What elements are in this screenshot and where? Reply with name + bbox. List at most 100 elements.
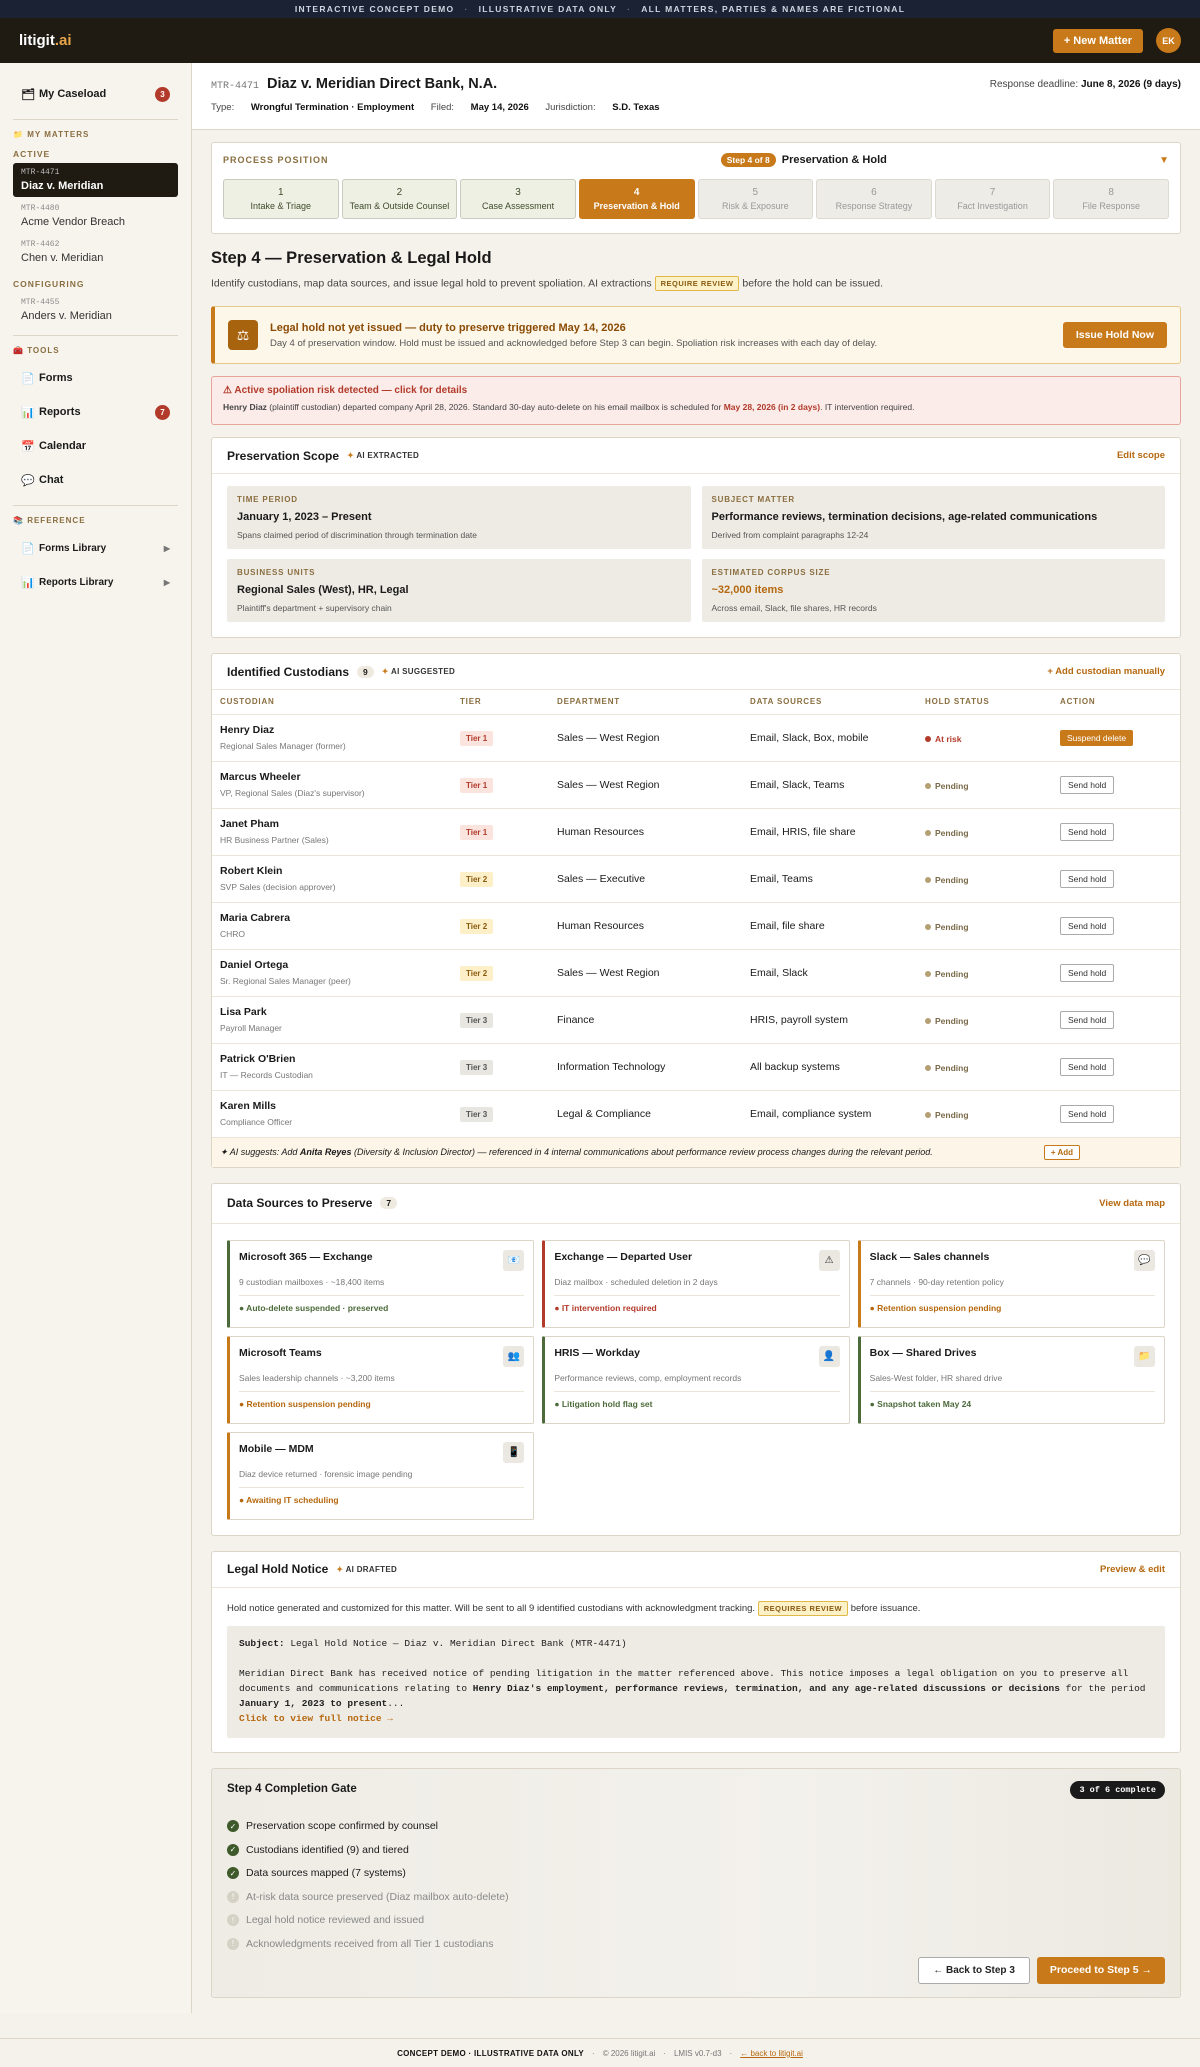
add-custodian-link[interactable]: + Add custodian manually bbox=[1047, 666, 1165, 677]
view-data-map-link[interactable]: View data map bbox=[1099, 1198, 1165, 1209]
warning-icon: ⚠ bbox=[818, 1249, 840, 1271]
step-6[interactable]: 6 Response Strategy bbox=[816, 179, 932, 219]
tier-badge: Tier 3 bbox=[460, 1059, 494, 1075]
custodian-name: Lisa Park bbox=[220, 1006, 267, 1018]
data-source-detail: Diaz mailbox · scheduled deletion in 2 d… bbox=[554, 1276, 718, 1287]
custodian-role: Sr. Regional Sales Manager (peer) bbox=[220, 976, 351, 986]
step-4[interactable]: 4 Preservation & Hold bbox=[578, 179, 695, 219]
hold-status: Pending bbox=[925, 1110, 969, 1120]
hold-status: Pending bbox=[925, 1016, 969, 1026]
matter-item-4480[interactable]: MTR-4480 Acme Vendor Breach bbox=[13, 199, 178, 233]
data-source-card[interactable]: Exchange — Departed User ⚠ Diaz mailbox … bbox=[542, 1239, 850, 1328]
step-5[interactable]: 5 Risk & Exposure bbox=[697, 179, 814, 219]
data-source-card[interactable]: HRIS — Workday 👤 Performance reviews, co… bbox=[542, 1335, 850, 1424]
avatar[interactable]: EK bbox=[1156, 28, 1181, 53]
step-3[interactable]: 3 Case Assessment bbox=[460, 179, 576, 219]
chevron-down-icon[interactable]: ▼ bbox=[1159, 155, 1169, 166]
department: Sales — West Region bbox=[549, 761, 742, 809]
hold-status: Pending bbox=[925, 875, 969, 885]
sidebar-item-forms-library[interactable]: 📄 Forms Library ▶ bbox=[0, 531, 191, 565]
add-suggested-button[interactable]: + Add bbox=[1043, 1144, 1080, 1160]
gate-progress: 3 of 6 complete bbox=[1070, 1780, 1165, 1799]
table-row: Patrick O'Brien IT — Records Custodian Ti… bbox=[212, 1043, 1180, 1091]
spoliation-risk-alert[interactable]: ⚠ Active spoliation risk detected — clic… bbox=[211, 376, 1181, 425]
custodian-role: Payroll Manager bbox=[220, 1023, 282, 1033]
demo-banner: INTERACTIVE CONCEPT DEMO · ILLUSTRATIVE DA… bbox=[0, 0, 1200, 18]
sidebar-item-reports-library[interactable]: 📊 Reports Library ▶ bbox=[0, 565, 191, 599]
logo[interactable]: litigit.ai bbox=[19, 32, 72, 49]
scope-business-units: BUSINESS UNITS Regional Sales (West), HR,… bbox=[227, 559, 691, 622]
step-1[interactable]: 1 Intake & Triage bbox=[223, 179, 339, 219]
step-description: Identify custodians, map data sources, a… bbox=[211, 276, 884, 291]
table-row: Daniel Ortega Sr. Regional Sales Manager … bbox=[212, 949, 1180, 997]
proceed-step5-button[interactable]: Proceed to Step 5 → bbox=[1036, 1956, 1165, 1984]
custodians-table: CUSTODIAN TIER DEPARTMENT DATA SOURCES H… bbox=[212, 690, 1180, 1138]
sidebar-item-chat[interactable]: 💬 Chat bbox=[0, 463, 191, 497]
matter-item-4455[interactable]: MTR-4455 Anders v. Meridian bbox=[13, 293, 178, 327]
data-source-detail: Sales leadership channels · ~3,200 items bbox=[239, 1372, 395, 1383]
matter-item-4462[interactable]: MTR-4462 Chen v. Meridian bbox=[13, 235, 178, 269]
edit-scope-link[interactable]: Edit scope bbox=[1117, 450, 1165, 461]
step-2[interactable]: 2 Team & Outside Counsel bbox=[341, 179, 458, 219]
department: Information Technology bbox=[549, 1043, 742, 1091]
data-source-detail: Sales-West folder, HR shared drive bbox=[869, 1372, 1003, 1383]
send-hold-button[interactable]: Send hold bbox=[1060, 1010, 1115, 1029]
send-hold-button[interactable]: Send hold bbox=[1060, 963, 1115, 982]
data-sources: Email, file share bbox=[742, 902, 917, 950]
data-source-card[interactable]: Microsoft 365 — Exchange 📧 9 custodian m… bbox=[227, 1239, 535, 1328]
matter-meta: Type: Wrongful Termination · Employment … bbox=[211, 102, 660, 113]
view-full-notice-link[interactable]: Click to view full notice → bbox=[239, 1711, 1153, 1726]
table-row: Marcus Wheeler VP, Regional Sales (Diaz's… bbox=[212, 761, 1180, 809]
data-sources: Email, HRIS, file share bbox=[742, 808, 917, 856]
department: Sales — Executive bbox=[549, 855, 742, 903]
sidebar-item-reports[interactable]: 📊 Reports 7 bbox=[0, 395, 191, 429]
completion-gate: Step 4 Completion Gate 3 of 6 complete ✓… bbox=[211, 1767, 1181, 1998]
table-row: Henry Diaz Regional Sales Manager (former… bbox=[212, 714, 1180, 762]
chart-icon: 📊 bbox=[21, 576, 35, 589]
back-step3-button[interactable]: ← Back to Step 3 bbox=[918, 1956, 1030, 1984]
custodian-name: Karen Mills bbox=[220, 1100, 277, 1112]
my-matters-heading: 📁 MY MATTERS bbox=[13, 130, 90, 139]
check-icon: ✓ bbox=[227, 1820, 239, 1833]
step-8[interactable]: 8 File Response bbox=[1053, 179, 1169, 219]
data-source-card[interactable]: Microsoft Teams 👥 Sales leadership chann… bbox=[227, 1335, 535, 1424]
sidebar-item-caseload[interactable]: 🗂 My Caseload 3 bbox=[0, 77, 191, 111]
custodian-name: Janet Pham bbox=[220, 818, 279, 830]
matter-item-4471[interactable]: MTR-4471 Diaz v. Meridian bbox=[13, 163, 178, 197]
step-7[interactable]: 7 Fact Investigation bbox=[934, 179, 1051, 219]
gate-item: ! Acknowledgments received from all Tier … bbox=[227, 1932, 1165, 1956]
send-hold-button[interactable]: Send hold bbox=[1060, 822, 1115, 841]
new-matter-button[interactable]: + New Matter bbox=[1052, 28, 1143, 53]
back-to-site-link[interactable]: ← back to litigit.ai bbox=[740, 2049, 803, 2058]
people-icon: 👥 bbox=[503, 1345, 525, 1367]
step-badge: Step 4 of 8 bbox=[720, 153, 776, 167]
send-hold-button[interactable]: Send hold bbox=[1060, 1104, 1115, 1123]
preview-edit-link[interactable]: Preview & edit bbox=[1100, 1564, 1165, 1575]
data-source-title: HRIS — Workday bbox=[554, 1346, 640, 1359]
tier-badge: Tier 1 bbox=[460, 730, 494, 746]
issue-hold-button[interactable]: Issue Hold Now bbox=[1062, 322, 1167, 348]
response-deadline: Response deadline: June 8, 2026 (9 days) bbox=[989, 79, 1181, 90]
data-source-status: ● Retention suspension pending bbox=[239, 1398, 371, 1409]
sidebar-item-forms[interactable]: 📄 Forms bbox=[0, 361, 191, 395]
sidebar: 🗂 My Caseload 3 📁 MY MATTERS ACTIVE MTR-… bbox=[0, 63, 192, 2013]
data-source-card[interactable]: Slack — Sales channels 💬 7 channels · 90… bbox=[857, 1239, 1165, 1328]
data-source-status: ● Snapshot taken May 24 bbox=[869, 1398, 972, 1409]
data-source-card[interactable]: Mobile — MDM 📱 Diaz device returned · fo… bbox=[227, 1431, 535, 1520]
check-icon: ✓ bbox=[227, 1843, 239, 1856]
table-row: Janet Pham HR Business Partner (Sales) Ti… bbox=[212, 808, 1180, 856]
matter-id: MTR-4471 bbox=[211, 81, 260, 92]
send-hold-button[interactable]: Send hold bbox=[1060, 1057, 1115, 1076]
folder-icon: 📁 bbox=[1134, 1345, 1155, 1367]
suspend-delete-button[interactable]: Suspend delete bbox=[1060, 729, 1134, 746]
sidebar-item-calendar[interactable]: 📅 Calendar bbox=[0, 429, 191, 463]
data-sources: All backup systems bbox=[742, 1043, 917, 1091]
data-source-card[interactable]: Box — Shared Drives 📁 Sales-West folder,… bbox=[857, 1335, 1165, 1424]
send-hold-button[interactable]: Send hold bbox=[1060, 869, 1115, 888]
data-source-status: ● IT intervention required bbox=[554, 1302, 657, 1313]
send-hold-button[interactable]: Send hold bbox=[1060, 916, 1115, 935]
hold-status: Pending bbox=[925, 922, 969, 932]
custodian-role: HR Business Partner (Sales) bbox=[220, 835, 329, 845]
send-hold-button[interactable]: Send hold bbox=[1060, 775, 1115, 794]
data-source-status: ● Litigation hold flag set bbox=[554, 1398, 653, 1409]
